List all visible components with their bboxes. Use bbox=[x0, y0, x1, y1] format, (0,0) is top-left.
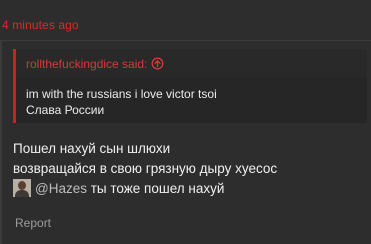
quote-author-label[interactable]: rollthefuckingdice said: bbox=[26, 57, 147, 71]
message-text: ты тоже пошел нахуй bbox=[86, 181, 225, 196]
message-line: @Hazes ты тоже пошел нахуй bbox=[13, 179, 277, 199]
header-divider bbox=[0, 40, 371, 41]
quote-block: rollthefuckingdice said: im with the rus… bbox=[13, 49, 367, 123]
user-mention[interactable]: @Hazes bbox=[35, 181, 87, 196]
quote-line: Слава России bbox=[26, 103, 105, 117]
circle-arrow-up-icon[interactable] bbox=[151, 57, 164, 73]
report-link[interactable]: Report bbox=[15, 216, 51, 230]
message-line: Пошел нахуй сын шлюхи bbox=[13, 141, 171, 156]
quote-header: rollthefuckingdice said: bbox=[16, 49, 367, 77]
forum-post: 4 minutes ago rollthefuckingdice said: i… bbox=[0, 0, 371, 244]
message-body: Пошел нахуй сын шлюхи возвращайся в свою… bbox=[13, 139, 277, 199]
post-timestamp[interactable]: 4 minutes ago bbox=[2, 18, 79, 32]
quote-line: im with the russians i love victor tsoi bbox=[26, 87, 217, 101]
thread-line bbox=[0, 41, 2, 244]
message-line: возвращайся в свою грязную дыру хуесос bbox=[13, 161, 278, 176]
quote-author[interactable]: rollthefuckingdice said: bbox=[26, 57, 164, 73]
user-avatar[interactable] bbox=[13, 179, 31, 197]
quote-body: im with the russians i love victor tsoi … bbox=[26, 86, 217, 118]
